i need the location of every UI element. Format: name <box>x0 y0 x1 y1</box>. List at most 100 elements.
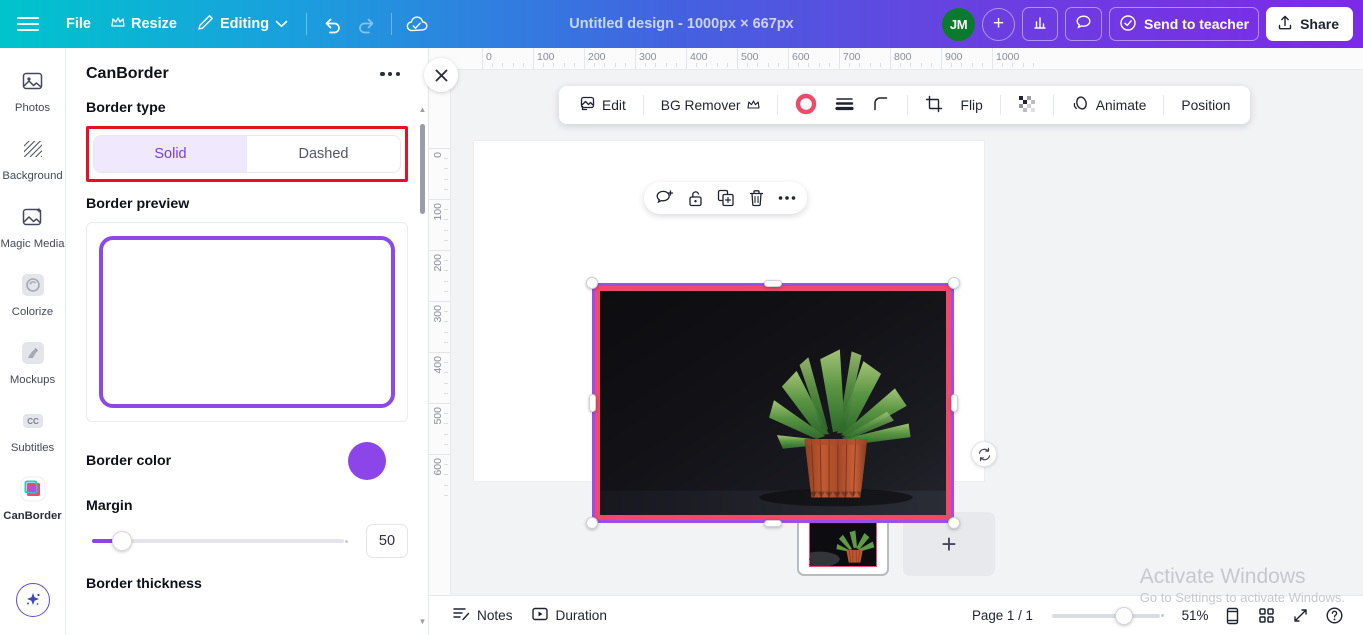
sidebar-item-photos[interactable]: Photos <box>0 64 66 132</box>
add-collaborator-button[interactable]: + <box>982 7 1016 41</box>
grid-view-icon[interactable] <box>1251 601 1281 631</box>
flip-button[interactable]: Flip <box>953 93 991 118</box>
scroll-down-arrow-icon[interactable]: ▼ <box>419 618 427 626</box>
selected-image-frame[interactable] <box>586 277 960 529</box>
duplicate-icon[interactable] <box>717 189 735 207</box>
notes-button[interactable]: Notes <box>443 600 522 631</box>
ruler-tick-minor <box>444 158 448 160</box>
more-options-icon[interactable] <box>778 195 796 201</box>
fit-page-icon[interactable] <box>1217 601 1247 631</box>
resize-handle-right[interactable] <box>950 394 958 412</box>
sidebar-item-background[interactable]: Background <box>0 132 66 200</box>
cloud-check-icon[interactable] <box>400 7 434 41</box>
sidebar-item-subtitles[interactable]: CC Subtitles <box>0 404 66 472</box>
ruler-tick-minor <box>444 372 448 374</box>
resize-handle-top[interactable] <box>764 279 782 287</box>
cc-subtitles-icon: CC <box>16 404 50 438</box>
hamburger-icon[interactable] <box>0 16 56 32</box>
ruler-tick-minor <box>726 63 728 67</box>
ruler-tick-minor <box>879 63 881 67</box>
send-to-teacher-button[interactable]: Send to teacher <box>1109 7 1260 41</box>
trash-icon[interactable] <box>748 189 765 207</box>
ruler-tick-major <box>635 48 636 69</box>
magic-sparkle-icon[interactable] <box>16 583 50 617</box>
resize-handle-bottom[interactable] <box>764 519 782 527</box>
edit-image-button[interactable]: Edit <box>571 90 634 120</box>
line-style-button[interactable] <box>827 91 862 120</box>
animate-button[interactable]: Animate <box>1063 90 1155 121</box>
resize-handle-left[interactable] <box>588 394 596 412</box>
border-color-swatch[interactable] <box>348 442 386 480</box>
ruler-horizontal[interactable]: 0 100 200 300 400 500 600 700 800 900 1000 <box>429 48 1363 70</box>
ruler-tick-minor <box>777 63 779 67</box>
panel-scrollbar[interactable]: ▲ ▼ <box>419 106 427 626</box>
transparency-button[interactable] <box>1010 90 1044 121</box>
insights-button[interactable] <box>1022 7 1059 41</box>
redo-arrow-icon[interactable] <box>349 7 383 41</box>
unlock-icon[interactable] <box>687 189 704 208</box>
margin-slider[interactable] <box>86 528 350 554</box>
zoom-slider[interactable] <box>1047 605 1165 627</box>
ruler-tick-minor <box>553 63 555 67</box>
margin-label: Margin <box>86 498 133 514</box>
resize-handle-top-left[interactable] <box>586 277 598 289</box>
document-title[interactable]: Untitled design - 1000px × 667px <box>569 16 793 32</box>
fullscreen-icon[interactable] <box>1285 601 1315 631</box>
undo-arrow-icon[interactable] <box>315 7 349 41</box>
notes-label: Notes <box>477 608 513 623</box>
border-color-swatch-button[interactable] <box>787 88 825 123</box>
ruler-tick-minor <box>444 494 448 496</box>
resize-handle-bottom-right[interactable] <box>948 517 960 529</box>
duration-play-icon <box>531 605 549 626</box>
sidebar-item-label: Magic Media <box>0 238 65 250</box>
colorize-icon <box>16 268 50 302</box>
succulent-photo <box>600 291 946 515</box>
scroll-up-arrow-icon[interactable]: ▲ <box>419 106 427 114</box>
panel-scrollbar-thumb[interactable] <box>420 124 425 214</box>
ruler-tick-minor <box>869 63 871 67</box>
resize-handle-bottom-left[interactable] <box>586 517 598 529</box>
share-button[interactable]: Share <box>1266 7 1353 41</box>
crown-icon <box>111 16 125 32</box>
page-indicator: Page 1 / 1 <box>971 608 1033 623</box>
margin-value-input[interactable]: 50 <box>366 524 408 558</box>
sidebar-item-canborder[interactable]: CanBorder <box>0 472 66 540</box>
resize-handle-top-right[interactable] <box>948 277 960 289</box>
left-app-rail: Photos Background Magic Media Colorize M <box>0 48 66 635</box>
resize-label: Resize <box>130 16 177 32</box>
ruler-tick-minor <box>522 63 524 67</box>
ruler-tick-major <box>429 148 450 149</box>
margin-slider-handle[interactable] <box>112 531 132 551</box>
ruler-tick-minor <box>444 484 448 486</box>
zoom-percentage[interactable]: 51% <box>1177 608 1213 623</box>
close-icon[interactable] <box>424 58 458 92</box>
add-comment-icon[interactable] <box>655 189 674 207</box>
border-type-option-dashed[interactable]: Dashed <box>247 136 400 172</box>
bg-remover-button[interactable]: BG Remover <box>653 93 768 118</box>
editing-label: Editing <box>219 16 270 32</box>
ruler-tick-major <box>429 403 450 404</box>
help-circle-icon[interactable] <box>1319 601 1349 631</box>
sidebar-item-mockups[interactable]: Mockups <box>0 336 66 404</box>
object-toolbar: Edit BG Remover Flip Animate Position <box>559 86 1251 124</box>
avatar[interactable]: JM <box>942 7 976 41</box>
rotate-icon[interactable] <box>971 441 997 467</box>
position-button[interactable]: Position <box>1173 93 1238 118</box>
sidebar-item-colorize[interactable]: Colorize <box>0 268 66 336</box>
crop-button[interactable] <box>917 90 951 121</box>
ruler-tick-minor <box>444 362 448 364</box>
zoom-slider-handle[interactable] <box>1115 606 1133 625</box>
ruler-tick-minor <box>604 63 606 67</box>
resize-button[interactable]: Resize <box>101 9 187 39</box>
border-type-option-solid[interactable]: Solid <box>94 136 247 172</box>
editing-mode-button[interactable]: Editing <box>187 7 298 42</box>
image-with-border[interactable] <box>595 286 951 520</box>
corner-radius-button[interactable] <box>864 90 898 120</box>
file-menu-button[interactable]: File <box>56 9 101 39</box>
ruler-tick-minor <box>444 209 448 211</box>
duration-button[interactable]: Duration <box>522 600 616 631</box>
sidebar-item-magic-media[interactable]: Magic Media <box>0 200 66 268</box>
comments-button[interactable] <box>1065 7 1103 41</box>
more-options-icon[interactable] <box>374 66 406 82</box>
ruler-tick-minor <box>444 423 448 425</box>
